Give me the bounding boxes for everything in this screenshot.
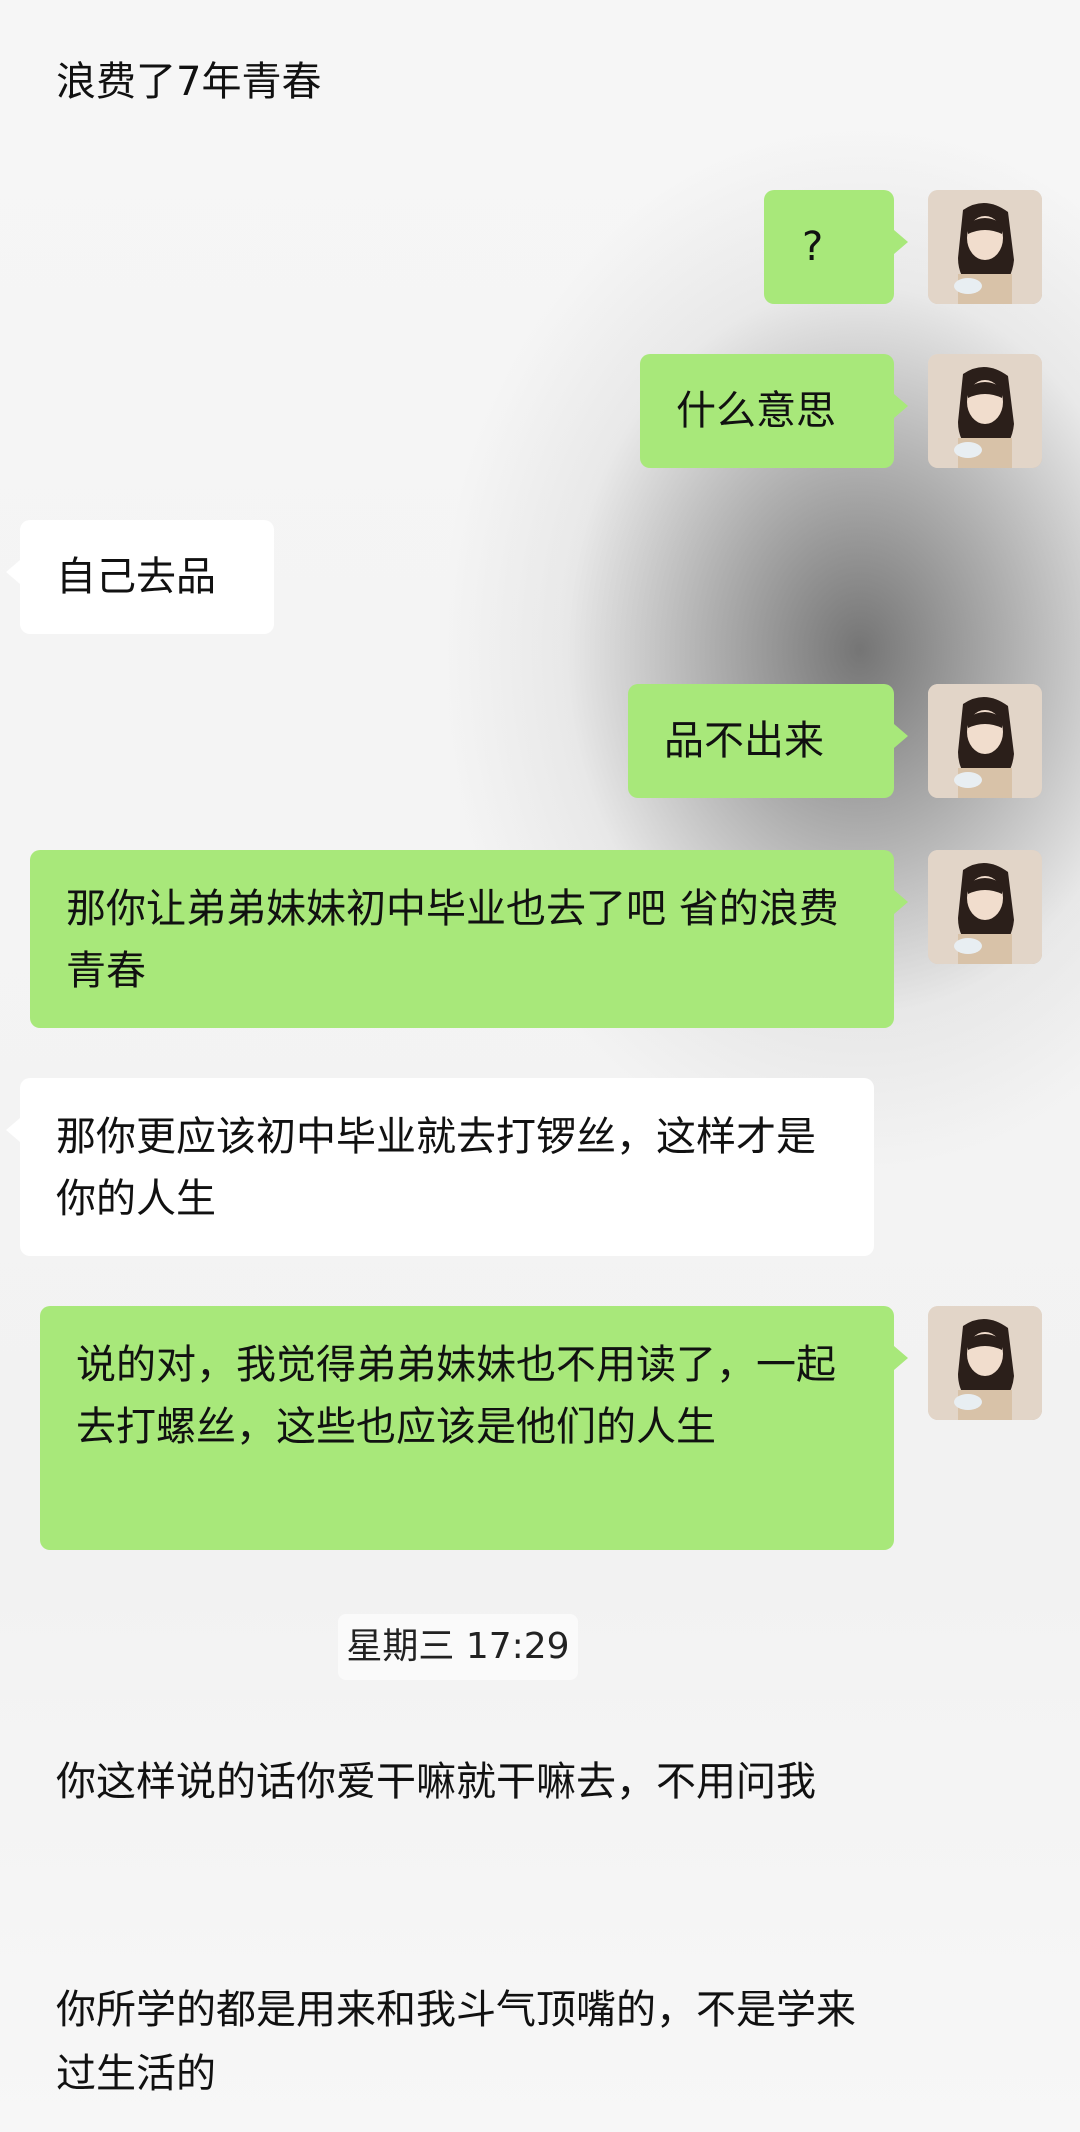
avatar-image-icon bbox=[928, 684, 1042, 798]
user-avatar[interactable] bbox=[928, 1306, 1042, 1420]
message-text: 那你让弟弟妹妹初中毕业也去了吧 省的浪费青春 bbox=[66, 886, 839, 994]
avatar-image-icon bbox=[928, 1306, 1042, 1420]
timestamp: 星期三 17:29 bbox=[338, 1614, 578, 1680]
caption-text: 浪费了7年青春 bbox=[56, 59, 322, 105]
message-bubble-sent[interactable]: ? bbox=[764, 190, 908, 304]
user-avatar[interactable] bbox=[928, 354, 1042, 468]
message-bubble-sent[interactable]: 什么意思 bbox=[640, 354, 908, 468]
message-text: 品不出来 bbox=[664, 718, 824, 764]
message-bubble-sent[interactable]: 品不出来 bbox=[628, 684, 908, 798]
message-bubble-sent[interactable]: 说的对，我觉得弟弟妹妹也不用读了，一起去打螺丝，这些也应该是他们的人生 bbox=[40, 1306, 908, 1550]
message-bubble-received[interactable]: 那你更应该初中毕业就去打锣丝，这样才是你的人生 bbox=[6, 1078, 874, 1256]
avatar-image-icon bbox=[928, 190, 1042, 304]
message-bubble-sent[interactable]: 那你让弟弟妹妹初中毕业也去了吧 省的浪费青春 bbox=[30, 850, 908, 1028]
message-text: 什么意思 bbox=[676, 388, 836, 434]
message-text: 那你更应该初中毕业就去打锣丝，这样才是你的人生 bbox=[56, 1114, 816, 1222]
avatar-image-icon bbox=[928, 850, 1042, 964]
user-avatar[interactable] bbox=[928, 684, 1042, 798]
user-avatar[interactable] bbox=[928, 190, 1042, 304]
message-text: ? bbox=[802, 224, 824, 270]
message-text: 说的对，我觉得弟弟妹妹也不用读了，一起去打螺丝，这些也应该是他们的人生 bbox=[76, 1342, 836, 1450]
message-text: 自己去品 bbox=[56, 554, 216, 600]
avatar-image-icon bbox=[928, 354, 1042, 468]
caption-text: 你这样说的话你爱干嘛就干嘛去，不用问我 bbox=[56, 1759, 816, 1805]
caption-text: 你所学的都是用来和我斗气顶嘴的，不是学来过生活的 bbox=[56, 1987, 856, 2097]
user-avatar[interactable] bbox=[928, 850, 1042, 964]
message-bubble-received[interactable]: 自己去品 bbox=[6, 520, 274, 634]
